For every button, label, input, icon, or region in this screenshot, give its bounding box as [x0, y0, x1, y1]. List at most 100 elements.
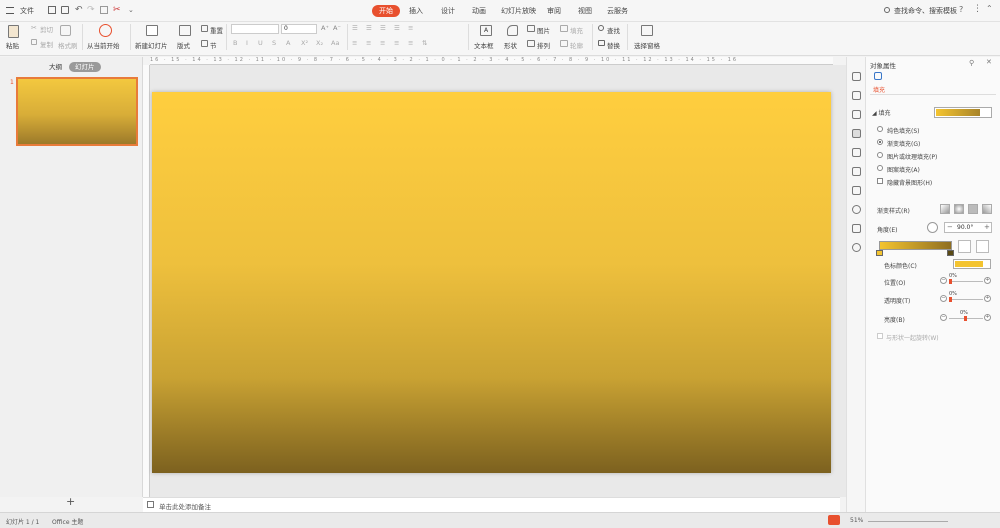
tab-design[interactable]: 设计	[437, 5, 459, 17]
panel-pin-icon[interactable]: ⚲	[969, 59, 974, 67]
fill-preview-dropdown[interactable]	[934, 107, 992, 118]
italic-icon[interactable]: I	[246, 39, 248, 47]
angle-increment-icon[interactable]: +	[984, 223, 990, 232]
format-painter-button[interactable]: 格式刷	[58, 40, 78, 50]
option-solid-fill[interactable]: 纯色填充(S)	[887, 126, 920, 135]
tab-outline[interactable]: 大纲	[43, 62, 68, 72]
collapse-ribbon-icon[interactable]: ⌃	[986, 4, 993, 13]
redo-icon[interactable]: ↷	[87, 6, 95, 15]
brightness-increment-icon[interactable]: +	[984, 314, 991, 321]
position-increment-icon[interactable]: +	[984, 277, 991, 284]
cut-button[interactable]: 剪切	[40, 24, 53, 34]
tab-slides[interactable]: 幻灯片	[69, 62, 101, 72]
tab-review[interactable]: 审阅	[543, 5, 565, 17]
radio-pattern-fill[interactable]	[877, 165, 883, 171]
zoom-slider[interactable]	[868, 521, 948, 522]
print-icon[interactable]	[61, 6, 69, 14]
transparency-decrement-icon[interactable]: −	[940, 295, 947, 302]
tab-slideshow[interactable]: 幻灯片放映	[497, 5, 540, 17]
numbering-icon[interactable]: ☰	[366, 24, 372, 32]
position-slider-thumb[interactable]	[949, 279, 952, 284]
font-name-input[interactable]	[231, 24, 279, 34]
radio-solid-fill[interactable]	[877, 126, 883, 132]
star-icon[interactable]	[852, 72, 861, 81]
slide-canvas[interactable]	[152, 92, 831, 473]
history-icon[interactable]	[852, 205, 861, 214]
help-icon[interactable]: ?	[959, 5, 963, 14]
shapes-icon[interactable]	[852, 110, 861, 119]
find-button[interactable]: 查找	[607, 25, 620, 35]
brightness-slider-thumb[interactable]	[964, 316, 967, 321]
bullets-icon[interactable]: ☰	[352, 24, 358, 32]
textbox-button[interactable]: 文本框	[474, 40, 494, 50]
panel-close-icon[interactable]: ✕	[986, 58, 992, 66]
radio-gradient-fill[interactable]	[877, 139, 883, 145]
tab-cloud[interactable]: 云服务	[603, 5, 632, 17]
align-right-icon[interactable]: ≡	[380, 39, 385, 47]
transparency-slider-thumb[interactable]	[949, 297, 952, 302]
settings-icon[interactable]: ⋮	[973, 4, 982, 14]
stop-color-dropdown[interactable]	[953, 259, 991, 269]
angle-decrement-icon[interactable]: −	[947, 223, 953, 232]
transition-icon[interactable]	[852, 148, 861, 157]
command-search[interactable]: 查找命令、搜索模板	[890, 5, 961, 17]
angle-value[interactable]: 90.0°	[957, 224, 973, 232]
hide-bg-checkbox[interactable]	[877, 178, 883, 184]
hamburger-icon[interactable]	[6, 7, 14, 14]
new-slide-button[interactable]: 新建幻灯片	[135, 40, 168, 50]
paste-button[interactable]: 粘贴	[6, 40, 19, 50]
underline-icon[interactable]: U	[258, 39, 263, 47]
paste-icon[interactable]	[8, 25, 19, 38]
align-left-icon[interactable]: ≡	[352, 39, 357, 47]
section-button[interactable]: 节	[210, 40, 217, 50]
zoom-level[interactable]: 51%	[850, 517, 863, 524]
add-slide-button[interactable]: +	[66, 495, 75, 508]
option-pattern-fill[interactable]: 图案填充(A)	[887, 165, 920, 174]
brightness-decrement-icon[interactable]: −	[940, 314, 947, 321]
properties-icon[interactable]	[852, 129, 861, 138]
fill-button[interactable]: 填充	[570, 25, 583, 35]
position-slider[interactable]	[949, 281, 983, 282]
transparency-increment-icon[interactable]: +	[984, 295, 991, 302]
distribute-icon[interactable]: ≡	[408, 39, 413, 47]
gradient-radial-icon[interactable]	[954, 204, 964, 214]
copy-panel-icon[interactable]	[852, 91, 861, 100]
bold-icon[interactable]: B	[233, 39, 237, 47]
slideshow-play-icon[interactable]	[828, 515, 840, 525]
save-icon[interactable]	[48, 6, 56, 14]
reset-button[interactable]: 重置	[210, 25, 223, 35]
tab-home[interactable]: 开始	[372, 5, 400, 17]
outdent-icon[interactable]: ☰	[394, 24, 400, 32]
transparency-slider[interactable]	[949, 299, 983, 300]
help-panel-icon[interactable]	[852, 243, 861, 252]
undo-icon[interactable]: ↶	[75, 6, 83, 15]
layers-icon[interactable]	[852, 186, 861, 195]
notes-placeholder[interactable]: 单击此处添加备注	[159, 501, 211, 511]
subscript-icon[interactable]: X₂	[316, 39, 323, 47]
align-center-icon[interactable]: ≡	[366, 39, 371, 47]
shrink-font-icon[interactable]: A⁻	[333, 24, 341, 32]
tab-view[interactable]: 视图	[574, 5, 596, 17]
tab-insert[interactable]: 插入	[405, 5, 427, 17]
layout-button[interactable]: 版式	[177, 40, 190, 50]
gradient-path-icon[interactable]	[982, 204, 992, 214]
option-picture-fill[interactable]: 图片或纹理填充(P)	[887, 152, 937, 161]
copy-format-icon[interactable]	[100, 6, 108, 14]
gradient-rect-icon[interactable]	[968, 204, 978, 214]
position-decrement-icon[interactable]: −	[940, 277, 947, 284]
rotate-with-shape-checkbox[interactable]	[877, 333, 883, 339]
gradient-bar[interactable]	[879, 241, 952, 250]
share-icon[interactable]	[852, 224, 861, 233]
add-stop-icon[interactable]	[958, 240, 971, 253]
replace-button[interactable]: 替换	[607, 40, 620, 50]
picture-button[interactable]: 图片	[537, 25, 550, 35]
arrange-button[interactable]: 排列	[537, 40, 550, 50]
more-icon[interactable]: ⌄	[128, 6, 134, 14]
radio-picture-fill[interactable]	[877, 152, 883, 158]
line-spacing-icon[interactable]: ≡	[408, 24, 413, 32]
outline-button[interactable]: 轮廓	[570, 40, 583, 50]
remove-stop-icon[interactable]	[976, 240, 989, 253]
gradient-stop-right[interactable]	[947, 250, 954, 256]
gradient-linear-icon[interactable]	[940, 204, 950, 214]
copy-button[interactable]: 复制	[40, 39, 53, 49]
